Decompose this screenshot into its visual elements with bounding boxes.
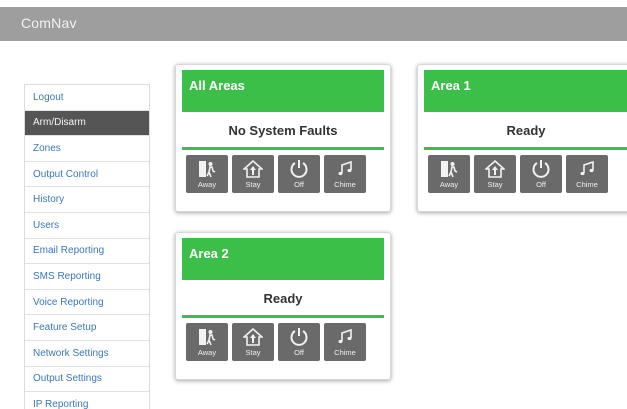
music-note-icon	[577, 158, 597, 179]
area-status: Ready	[506, 122, 546, 138]
chime-button[interactable]: Chime	[566, 155, 608, 193]
sidebar-item-users[interactable]: Users	[25, 213, 149, 239]
stay-house-icon	[485, 158, 505, 179]
off-label: Off	[294, 348, 304, 357]
area-card-area-1: Area 1 Ready Away Stay Off Chime	[417, 64, 627, 212]
sidebar-item-logout[interactable]: Logout	[25, 85, 149, 111]
stay-button[interactable]: Stay	[232, 155, 274, 193]
action-buttons: Away Stay Off Chime	[186, 155, 366, 193]
area-card-all-areas: All Areas No System Faults Away Stay Off	[175, 64, 391, 212]
off-label: Off	[294, 180, 304, 189]
away-icon	[197, 326, 217, 347]
sidebar-item-ip-reporting[interactable]: IP Reporting	[25, 392, 149, 409]
area-status: Ready	[263, 290, 303, 306]
sidebar-item-arm-disarm[interactable]: Arm/Disarm	[25, 110, 149, 137]
action-buttons: Away Stay Off Chime	[428, 155, 608, 193]
sidebar-item-output-settings[interactable]: Output Settings	[25, 367, 149, 393]
area-title: Area 2	[182, 238, 384, 280]
power-icon	[531, 158, 551, 179]
sidebar-item-feature-setup[interactable]: Feature Setup	[25, 315, 149, 341]
area-card-area-2: Area 2 Ready Away Stay Off Chime	[175, 232, 391, 380]
area-title: All Areas	[182, 70, 384, 112]
chime-label: Chime	[334, 180, 356, 189]
action-buttons: Away Stay Off Chime	[186, 323, 366, 361]
away-button[interactable]: Away	[428, 155, 470, 193]
stay-house-icon	[243, 158, 263, 179]
off-button[interactable]: Off	[278, 155, 320, 193]
status-underline	[182, 147, 384, 150]
stay-label: Stay	[487, 180, 503, 189]
power-icon	[289, 326, 309, 347]
stay-button[interactable]: Stay	[474, 155, 516, 193]
away-button[interactable]: Away	[186, 323, 228, 361]
sidebar-item-sms-reporting[interactable]: SMS Reporting	[25, 264, 149, 290]
off-label: Off	[536, 180, 546, 189]
sidebar-item-email-reporting[interactable]: Email Reporting	[25, 239, 149, 265]
top-bar: ComNav	[0, 7, 627, 41]
chime-button[interactable]: Chime	[324, 155, 366, 193]
stay-house-icon	[243, 326, 263, 347]
away-label: Away	[197, 180, 217, 189]
status-underline	[424, 147, 627, 150]
power-icon	[289, 158, 309, 179]
away-icon	[439, 158, 459, 179]
sidebar-item-voice-reporting[interactable]: Voice Reporting	[25, 290, 149, 316]
chime-label: Chime	[334, 348, 356, 357]
music-note-icon	[335, 158, 355, 179]
away-label: Away	[439, 180, 459, 189]
stay-button[interactable]: Stay	[232, 323, 274, 361]
away-label: Away	[197, 348, 217, 357]
area-status: No System Faults	[228, 122, 338, 138]
sidebar-item-zones[interactable]: Zones	[25, 136, 149, 162]
sidebar-item-output-control[interactable]: Output Control	[25, 162, 149, 188]
away-icon	[197, 158, 217, 179]
music-note-icon	[335, 326, 355, 347]
sidebar-item-history[interactable]: History	[25, 187, 149, 213]
app-title: ComNav	[21, 15, 77, 31]
sidebar: Logout Arm/Disarm Zones Output Control H…	[24, 84, 150, 409]
chime-button[interactable]: Chime	[324, 323, 366, 361]
stay-label: Stay	[245, 180, 261, 189]
area-title: Area 1	[424, 70, 627, 112]
sidebar-item-network-settings[interactable]: Network Settings	[25, 341, 149, 367]
stay-label: Stay	[245, 348, 261, 357]
chime-label: Chime	[576, 180, 598, 189]
off-button[interactable]: Off	[520, 155, 562, 193]
off-button[interactable]: Off	[278, 323, 320, 361]
status-underline	[182, 315, 384, 318]
away-button[interactable]: Away	[186, 155, 228, 193]
